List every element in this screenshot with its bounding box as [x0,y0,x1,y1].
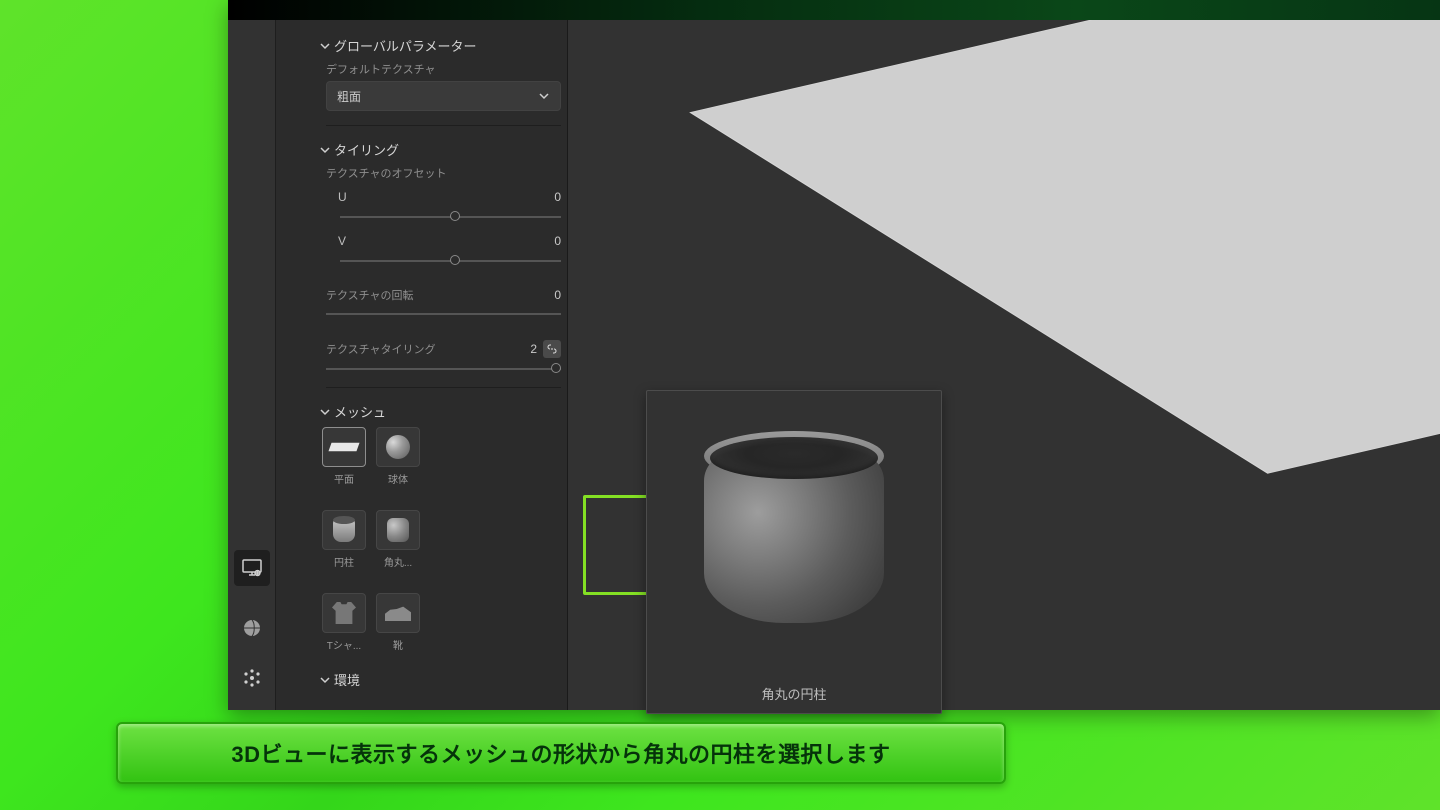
v-label: V [338,234,352,248]
chevron-down-icon [538,90,550,102]
mesh-label: 平面 [322,471,366,486]
chevron-down-icon [320,145,330,155]
mesh-item-cylinder[interactable]: 円柱 [322,510,366,569]
v-slider[interactable] [326,253,561,267]
tiling-slider[interactable] [326,363,561,373]
chevron-down-icon [320,407,330,417]
left-toolstrip [228,20,276,710]
plane-icon [328,443,359,451]
properties-panel: グローバルパラメーター デフォルトテクスチャ 粗面 タイリング テクスチャのオフ… [276,20,568,710]
section-title: 環境 [334,670,360,689]
link-toggle[interactable] [543,340,561,358]
globe-icon [242,618,262,638]
texture-offset-label: テクスチャのオフセット [326,165,561,181]
mesh-item-plane[interactable]: 平面 [322,427,366,486]
mesh-label: 円柱 [322,554,366,569]
mesh-item-shoe[interactable]: 靴 [376,593,420,652]
section-title: タイリング [334,140,399,159]
mesh-label: Tシャ... [322,637,366,652]
mesh-label: 球体 [376,471,420,486]
texture-tiling-value: 2 [530,342,537,356]
nodes-icon [242,668,262,688]
u-label: U [338,190,352,204]
environment-button[interactable] [234,610,270,646]
rounded-cylinder-preview [704,431,884,641]
rounded-cylinder-icon [387,518,409,542]
chevron-down-icon [320,675,330,685]
mesh-item-tshirt[interactable]: Tシャ... [322,593,366,652]
tshirt-icon [332,602,356,624]
cylinder-icon [333,518,355,542]
section-environment[interactable]: 環境 [320,670,561,689]
select-value: 粗面 [337,88,361,105]
rotation-slider[interactable] [326,311,561,315]
mesh-item-rounded-cylinder[interactable]: 角丸... [376,510,420,569]
window-titlebar [228,0,1440,20]
mesh-label: 角丸... [376,554,420,569]
texture-rotation-value: 0 [554,288,561,302]
default-texture-select[interactable]: 粗面 [326,81,561,111]
section-global-params[interactable]: グローバルパラメーター [320,36,561,55]
monitor-icon [242,559,262,577]
link-icon [547,344,557,354]
sphere-icon [386,435,410,459]
texture-rotation-label: テクスチャの回転 [326,287,414,303]
mesh-preview-popover: 角丸の円柱 [646,390,942,714]
caption-text: 3Dビューに表示するメッシュの形状から角丸の円柱を選択します [231,737,890,769]
chevron-down-icon [320,41,330,51]
section-tiling[interactable]: タイリング [320,140,561,159]
u-value: 0 [554,190,561,204]
app-window: グローバルパラメーター デフォルトテクスチャ 粗面 タイリング テクスチャのオフ… [228,0,1440,710]
divider [326,125,561,126]
texture-tiling-label: テクスチャタイリング [326,341,436,357]
section-title: メッシュ [334,402,386,421]
divider [326,387,561,388]
section-title: グローバルパラメーター [334,36,476,55]
shoe-icon [385,605,411,621]
section-mesh[interactable]: メッシュ [320,402,561,421]
mesh-label: 靴 [376,637,420,652]
mesh-item-sphere[interactable]: 球体 [376,427,420,486]
instruction-caption: 3Dビューに表示するメッシュの形状から角丸の円柱を選択します [116,722,1006,784]
default-texture-label: デフォルトテクスチャ [326,61,561,77]
effects-button[interactable] [234,660,270,696]
popover-caption: 角丸の円柱 [761,684,826,703]
u-slider[interactable] [326,209,561,223]
v-value: 0 [554,234,561,248]
view-settings-button[interactable] [234,550,270,586]
